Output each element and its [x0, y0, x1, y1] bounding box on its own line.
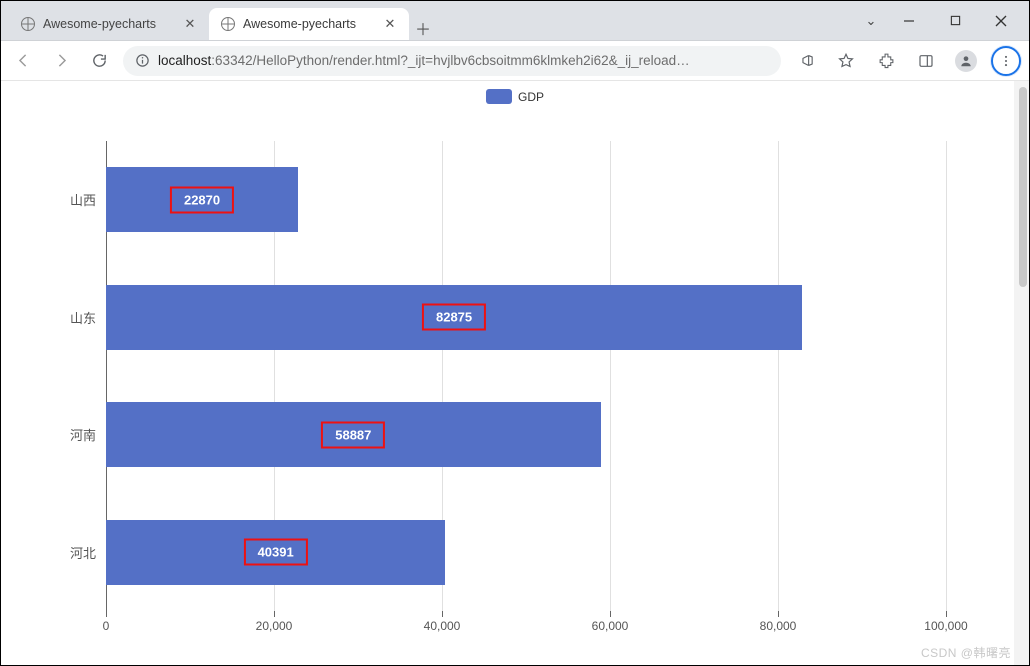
browser-tab[interactable]: Awesome-pyecharts ✕: [9, 8, 209, 40]
x-tick-label: 60,000: [592, 619, 629, 633]
extensions-icon[interactable]: [871, 46, 901, 76]
page-viewport: GDP 020,00040,00060,00080,000100,000山西22…: [1, 81, 1029, 665]
bar-value-label: 40391: [244, 539, 308, 566]
close-icon[interactable]: ✕: [181, 16, 199, 32]
window-titlebar: Awesome-pyecharts ✕ Awesome-pyecharts ✕ …: [1, 1, 1029, 41]
tab-strip: Awesome-pyecharts ✕ Awesome-pyecharts ✕ …: [1, 1, 857, 40]
share-icon[interactable]: [791, 46, 821, 76]
legend-swatch: [486, 89, 512, 104]
bar[interactable]: 82875: [106, 285, 802, 350]
legend-label: GDP: [518, 90, 544, 104]
minimize-button[interactable]: [887, 6, 931, 36]
url-text: localhost:63342/HelloPython/render.html?…: [158, 53, 690, 68]
bar-row: 山东82875: [106, 285, 802, 350]
scrollbar-thumb[interactable]: [1019, 87, 1027, 287]
kebab-menu-icon[interactable]: [991, 46, 1021, 76]
globe-icon: [21, 17, 35, 31]
bar-row: 河南58887: [106, 402, 601, 467]
watermark-text: CSDN @韩曙亮: [921, 644, 1011, 661]
bar-value-label: 82875: [422, 304, 486, 331]
browser-window: Awesome-pyecharts ✕ Awesome-pyecharts ✕ …: [0, 0, 1030, 666]
star-icon[interactable]: [831, 46, 861, 76]
address-bar[interactable]: localhost:63342/HelloPython/render.html?…: [123, 46, 781, 76]
tab-title: Awesome-pyecharts: [243, 17, 373, 31]
side-panel-icon[interactable]: [911, 46, 941, 76]
x-tick-label: 100,000: [924, 619, 967, 633]
chart-legend[interactable]: GDP: [486, 89, 544, 104]
x-tick-label: 40,000: [424, 619, 461, 633]
back-button[interactable]: [9, 47, 37, 75]
tab-title: Awesome-pyecharts: [43, 17, 173, 31]
y-category-label: 山东: [70, 308, 96, 327]
bar[interactable]: 40391: [106, 520, 445, 585]
close-window-button[interactable]: [979, 6, 1023, 36]
new-tab-button[interactable]: ＋: [409, 16, 437, 40]
bar[interactable]: 58887: [106, 402, 601, 467]
x-tick-label: 0: [103, 619, 110, 633]
gridline: [610, 141, 611, 612]
forward-button[interactable]: [47, 47, 75, 75]
globe-icon: [221, 17, 235, 31]
browser-toolbar: localhost:63342/HelloPython/render.html?…: [1, 41, 1029, 81]
y-category-label: 河南: [70, 425, 96, 444]
gridline: [778, 141, 779, 612]
scrollbar[interactable]: [1014, 81, 1029, 665]
bar[interactable]: 22870: [106, 167, 298, 232]
reload-button[interactable]: [85, 47, 113, 75]
browser-tab[interactable]: Awesome-pyecharts ✕: [209, 8, 409, 40]
bar-row: 山西22870: [106, 167, 298, 232]
x-tick-label: 20,000: [256, 619, 293, 633]
info-icon[interactable]: [135, 53, 150, 68]
window-controls: ⌄: [857, 1, 1029, 40]
gridline: [946, 141, 947, 612]
chart-plot-area: 020,00040,00060,00080,000100,000山西22870山…: [106, 141, 946, 611]
bar-row: 河北40391: [106, 520, 445, 585]
close-icon[interactable]: ✕: [381, 16, 399, 32]
bar-value-label: 58887: [321, 421, 385, 448]
bar-chart[interactable]: 020,00040,00060,00080,000100,000山西22870山…: [106, 141, 946, 611]
profile-avatar[interactable]: [951, 46, 981, 76]
y-category-label: 山西: [70, 190, 96, 209]
y-category-label: 河北: [70, 543, 96, 562]
x-tick-label: 80,000: [760, 619, 797, 633]
chevron-down-icon[interactable]: ⌄: [857, 13, 885, 29]
bar-value-label: 22870: [170, 186, 234, 213]
maximize-button[interactable]: [933, 6, 977, 36]
